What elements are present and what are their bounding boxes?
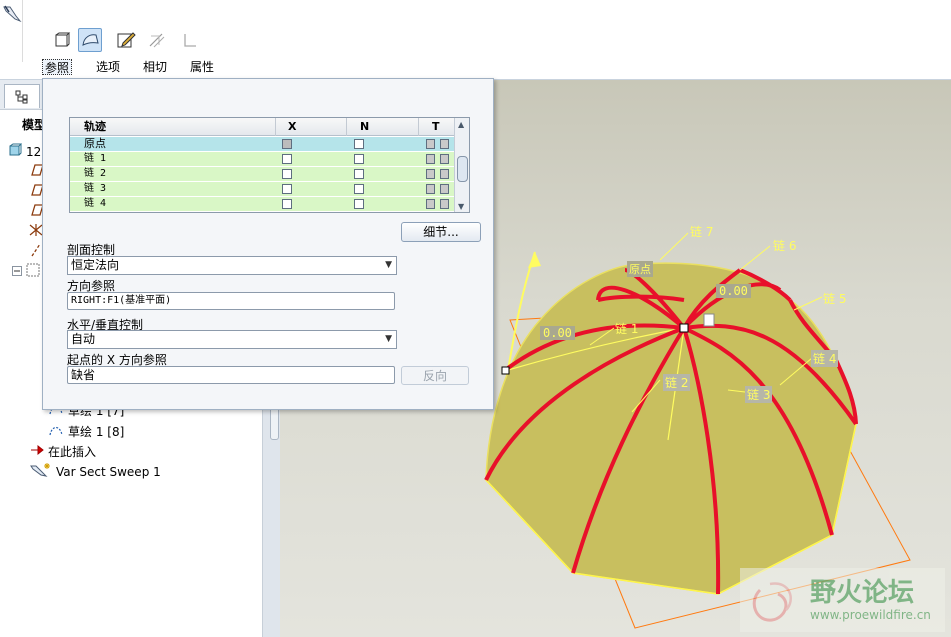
- row-name: 链 1: [84, 153, 107, 164]
- tab-tangency[interactable]: 相切: [141, 59, 169, 75]
- x-checkbox[interactable]: [282, 199, 292, 209]
- watermark-text: 野火论坛: [810, 578, 915, 608]
- sweep-feature-icon: [2, 4, 22, 24]
- row-name: 原点: [84, 137, 106, 150]
- trajectory-table-header: 轨迹 X N T: [70, 118, 454, 136]
- chain-label-5: 链 5: [823, 292, 847, 306]
- dimension-value[interactable]: 0.00: [716, 284, 751, 298]
- n-checkbox[interactable]: [354, 154, 364, 164]
- model-tree-tab[interactable]: [4, 84, 40, 108]
- x-checkbox[interactable]: [282, 139, 292, 149]
- start-x-field[interactable]: 缺省: [67, 366, 395, 384]
- chain-label-1: 链 1: [615, 322, 639, 336]
- x-checkbox[interactable]: [282, 184, 292, 194]
- section-control-value: 恒定法向: [71, 258, 120, 272]
- origin-handle[interactable]: [679, 323, 689, 333]
- chain-label-2: 链 2: [663, 374, 691, 391]
- table-row[interactable]: 链 2: [70, 167, 454, 182]
- table-row[interactable]: 链 4: [70, 197, 454, 212]
- col-t: T: [432, 120, 440, 133]
- chain-label-3: 链 3: [745, 386, 773, 403]
- tree-item-label: 草绘 1 [8]: [68, 425, 125, 439]
- x-checkbox[interactable]: [282, 154, 292, 164]
- direction-ref-field[interactable]: RIGHT:F1(基准平面): [67, 292, 395, 310]
- col-trajectory: 轨迹: [84, 120, 106, 133]
- hv-control-select[interactable]: 自动 ▼: [67, 330, 397, 349]
- watermark-url: www.proewildfire.cn: [810, 608, 931, 622]
- dashboard-toolbar: 参照 选项 相切 属性: [0, 0, 951, 80]
- insert-arrow-icon: [30, 443, 44, 461]
- drag-handle[interactable]: [501, 366, 510, 375]
- n-checkbox[interactable]: [354, 199, 364, 209]
- n-checkbox[interactable]: [354, 169, 364, 179]
- scroll-up-icon[interactable]: ▲: [458, 120, 464, 129]
- tree-item-insert-here[interactable]: 在此插入: [30, 443, 96, 461]
- dropdown-arrow-icon: ▼: [385, 260, 392, 270]
- scroll-down-icon[interactable]: ▼: [458, 202, 464, 211]
- trajectory-table: 轨迹 X N T 原点 链 1 链 2 链 3 链 4 ▲ ▼: [69, 117, 470, 213]
- expand-icon[interactable]: [12, 263, 22, 281]
- remove-material-icon[interactable]: [178, 28, 202, 52]
- n-checkbox[interactable]: [354, 184, 364, 194]
- tree-item-label: 在此插入: [48, 445, 97, 459]
- t-checkbox[interactable]: [426, 199, 435, 209]
- reverse-button[interactable]: 反向: [401, 366, 469, 385]
- tab-properties[interactable]: 属性: [188, 59, 216, 75]
- row-name: 链 4: [84, 198, 107, 209]
- tab-options[interactable]: 选项: [94, 59, 122, 75]
- row-name: 链 3: [84, 183, 107, 194]
- group-row[interactable]: [12, 263, 40, 281]
- t-checkbox[interactable]: [426, 139, 435, 149]
- t-checkbox[interactable]: [440, 169, 449, 179]
- tree-root[interactable]: 12: [8, 143, 41, 161]
- col-x: X: [288, 120, 297, 133]
- row-name: 链 2: [84, 168, 107, 179]
- dimension-value[interactable]: 0.00: [540, 326, 575, 340]
- thin-surface-icon[interactable]: [145, 28, 169, 52]
- tree-icon: [15, 90, 28, 103]
- table-scrollbar[interactable]: ▲ ▼: [454, 118, 469, 212]
- tree-item-label: Var Sect Sweep 1: [56, 465, 161, 479]
- details-button[interactable]: 细节...: [401, 222, 481, 242]
- tree-item-sketch-8[interactable]: 草绘 1 [8]: [48, 423, 124, 441]
- x-checkbox[interactable]: [282, 169, 292, 179]
- sketch-edit-icon[interactable]: [114, 28, 138, 52]
- t-checkbox[interactable]: [426, 184, 435, 194]
- tab-references[interactable]: 参照: [42, 59, 73, 75]
- t-checkbox[interactable]: [440, 199, 449, 209]
- dim-box: [703, 313, 715, 327]
- group-icon: [26, 263, 40, 282]
- solid-icon[interactable]: [50, 28, 74, 52]
- t-checkbox[interactable]: [426, 154, 435, 164]
- t-checkbox[interactable]: [426, 169, 435, 179]
- t-checkbox[interactable]: [440, 154, 449, 164]
- tree-root-label: 12: [26, 145, 42, 159]
- references-panel: 轨迹 X N T 原点 链 1 链 2 链 3 链 4 ▲ ▼ 细节... 剖面…: [42, 78, 494, 410]
- hv-control-value: 自动: [71, 332, 96, 346]
- toolbar-separator: [22, 0, 23, 62]
- table-row[interactable]: 原点: [70, 137, 454, 152]
- tree-item-var-sect-sweep[interactable]: Var Sect Sweep 1: [30, 462, 161, 483]
- col-n: N: [360, 120, 370, 133]
- scroll-thumb[interactable]: [457, 156, 468, 182]
- table-row[interactable]: 链 1: [70, 152, 454, 167]
- chain-label-4: 链 4: [811, 350, 839, 367]
- table-row[interactable]: 链 3: [70, 182, 454, 197]
- origin-label: 原点: [627, 261, 653, 277]
- surface-icon[interactable]: [78, 28, 102, 52]
- section-control-select[interactable]: 恒定法向 ▼: [67, 256, 397, 275]
- chain-label-6: 链 6: [773, 239, 797, 253]
- sketch-icon: [48, 423, 64, 442]
- t-checkbox[interactable]: [440, 184, 449, 194]
- n-checkbox[interactable]: [354, 139, 364, 149]
- chain-label-7: 链 7: [690, 225, 714, 239]
- sweep-feature-icon: [30, 462, 52, 483]
- dropdown-arrow-icon: ▼: [385, 334, 392, 344]
- t-checkbox[interactable]: [440, 139, 449, 149]
- part-icon: [8, 143, 23, 162]
